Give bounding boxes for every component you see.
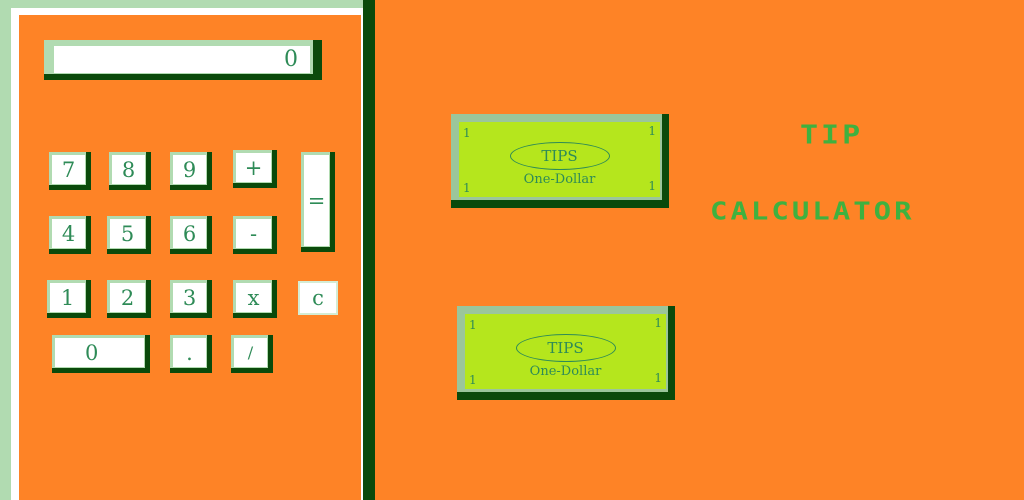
dollar-bill: 1 1 1 1 TIPS One-Dollar [465,314,666,389]
corner-value: 1 [463,126,471,140]
key-4[interactable]: 4 [49,216,91,254]
corner-value: 1 [654,316,662,330]
key-decimal[interactable]: . [170,335,212,373]
key-divide[interactable]: / [231,335,273,373]
dollar-bill: 1 1 1 1 TIPS One-Dollar [459,122,660,197]
calculator-body [19,15,361,500]
display-value: 0 [54,46,310,73]
key-clear[interactable]: c [298,281,338,315]
key-3[interactable]: 3 [170,280,212,318]
title-line-2: CALCULATOR [710,196,915,226]
tips-oval-label: TIPS [509,142,610,170]
title-line-1: TIP [800,120,864,151]
key-2[interactable]: 2 [107,280,151,318]
key-plus[interactable]: + [233,150,277,188]
denomination-label: One-Dollar [523,172,596,187]
key-5[interactable]: 5 [107,216,151,254]
tips-oval-label: TIPS [515,334,616,362]
key-8[interactable]: 8 [109,152,151,190]
tip-button-2[interactable]: 1 1 1 1 TIPS One-Dollar [457,306,675,400]
key-9[interactable]: 9 [170,152,212,190]
corner-value: 1 [469,318,477,332]
calculator-display: 0 [44,40,322,80]
key-7[interactable]: 7 [49,152,91,190]
key-0[interactable]: 0 [52,335,150,373]
key-minus[interactable]: - [233,216,277,254]
key-equals[interactable]: = [301,152,335,252]
denomination-label: One-Dollar [529,364,602,379]
key-1[interactable]: 1 [47,280,91,318]
tip-button-1[interactable]: 1 1 1 1 TIPS One-Dollar [451,114,669,208]
key-6[interactable]: 6 [170,216,212,254]
key-multiply[interactable]: x [233,280,277,318]
corner-value: 1 [648,124,656,138]
